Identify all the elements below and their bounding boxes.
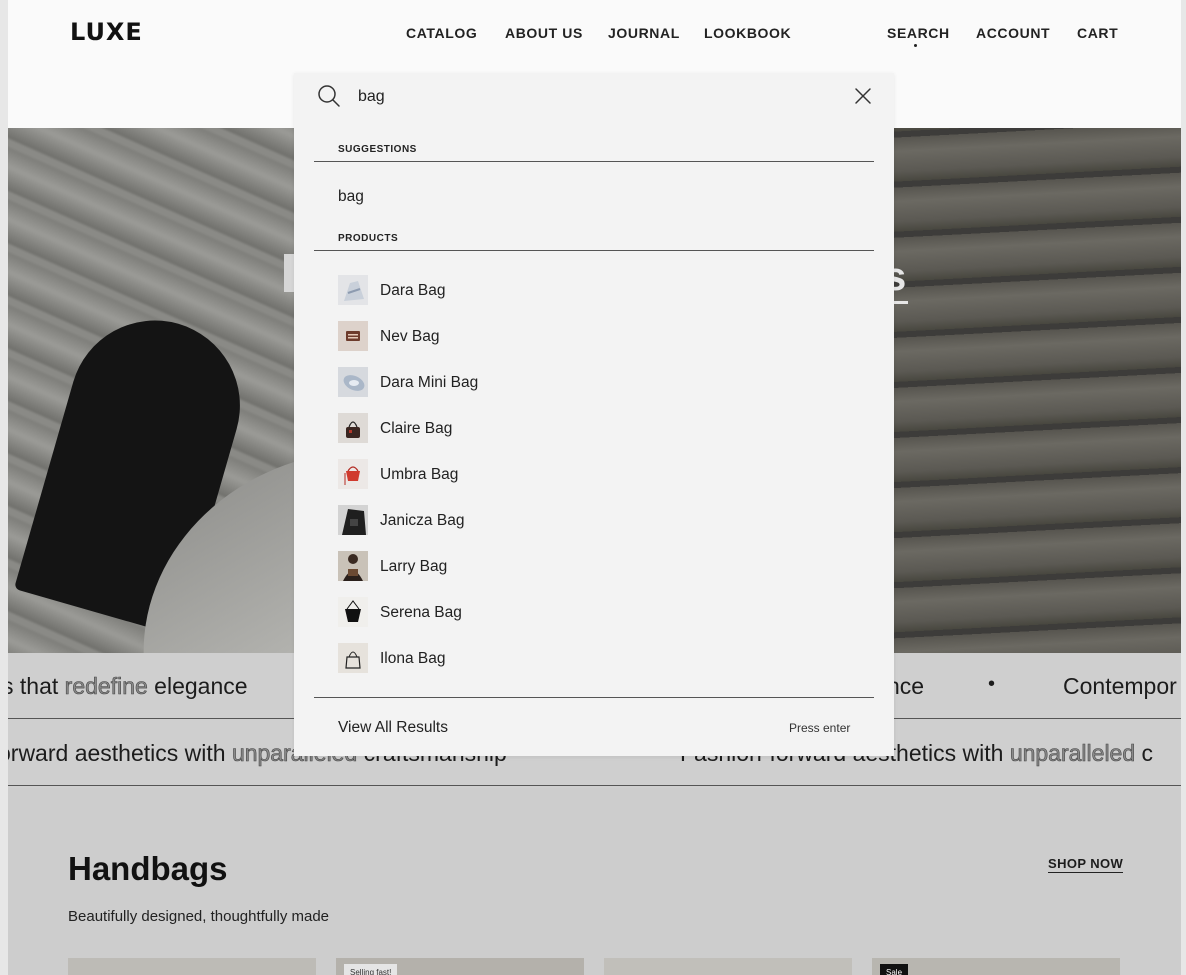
search-panel: SUGGESTIONS bag PRODUCTS Dara Bag Nev Ba… [294,73,894,756]
product-thumbnail [338,367,368,397]
product-name: Janicza Bag [380,512,465,529]
suggestion-item[interactable]: bag [338,188,364,206]
search-icon[interactable] [317,84,341,108]
product-result-ilona-bag[interactable]: Ilona Bag [338,643,838,675]
product-card[interactable]: Sale [872,958,1120,975]
nav-journal[interactable]: JOURNAL [608,25,680,41]
nav-lookbook[interactable]: LOOKBOOK [704,25,791,41]
product-name: Dara Mini Bag [380,374,479,391]
nav-catalog[interactable]: CATALOG [406,25,477,41]
product-result-larry-bag[interactable]: Larry Bag [338,551,838,583]
divider [314,161,874,162]
products-heading: PRODUCTS [338,233,399,244]
product-result-dara-mini-bag[interactable]: Dara Mini Bag [338,367,838,399]
nav-cart[interactable]: CART [1077,25,1118,41]
card-badge: Selling fast! [344,964,398,975]
product-card[interactable] [68,958,316,975]
shop-now-link[interactable]: SHOP NOW [1048,856,1124,873]
product-card[interactable] [604,958,852,975]
brand-logo[interactable]: LUXE [70,18,143,46]
product-thumbnail [338,275,368,305]
active-indicator [914,44,917,47]
product-result-dara-bag[interactable]: Dara Bag [338,275,838,307]
product-name: Nev Bag [380,328,440,345]
suggestions-heading: SUGGESTIONS [338,144,417,155]
press-enter-hint: Press enter [789,721,851,735]
product-thumbnail [338,321,368,351]
marquee-text: s that redefine elegance [8,673,248,700]
product-result-serena-bag[interactable]: Serena Bag [338,597,838,629]
nav-search[interactable]: SEARCH [887,25,950,41]
product-thumbnail [338,413,368,443]
nav-account[interactable]: ACCOUNT [976,25,1050,41]
nav-about-us[interactable]: ABOUT US [505,25,583,41]
product-name: Larry Bag [380,558,448,575]
marquee-separator-icon: • [988,673,996,695]
collection-section: Handbags Beautifully designed, thoughtfu… [8,788,1181,975]
search-input[interactable] [358,84,818,110]
product-result-janicza-bag[interactable]: Janicza Bag [338,505,838,537]
product-card[interactable]: Selling fast! [336,958,584,975]
product-thumbnail [338,505,368,535]
collection-subtitle: Beautifully designed, thoughtfully made [68,908,330,925]
product-result-claire-bag[interactable]: Claire Bag [338,413,838,445]
product-result-nev-bag[interactable]: Nev Bag [338,321,838,353]
product-result-umbra-bag[interactable]: Umbra Bag [338,459,838,491]
collection-title: Handbags [68,850,228,887]
product-name: Ilona Bag [380,650,446,667]
close-icon[interactable] [853,86,873,106]
view-all-results-link[interactable]: View All Results [338,719,448,737]
card-badge: Sale [880,964,909,975]
divider [314,697,874,698]
product-name: Serena Bag [380,604,462,621]
marquee-text: Contempor [1063,673,1177,699]
product-thumbnail [338,551,368,581]
product-thumbnail [338,459,368,489]
product-thumbnail [338,597,368,627]
divider [314,250,874,251]
product-name: Dara Bag [380,282,446,299]
product-thumbnail [338,643,368,673]
product-name: Claire Bag [380,420,453,437]
product-name: Umbra Bag [380,466,459,483]
